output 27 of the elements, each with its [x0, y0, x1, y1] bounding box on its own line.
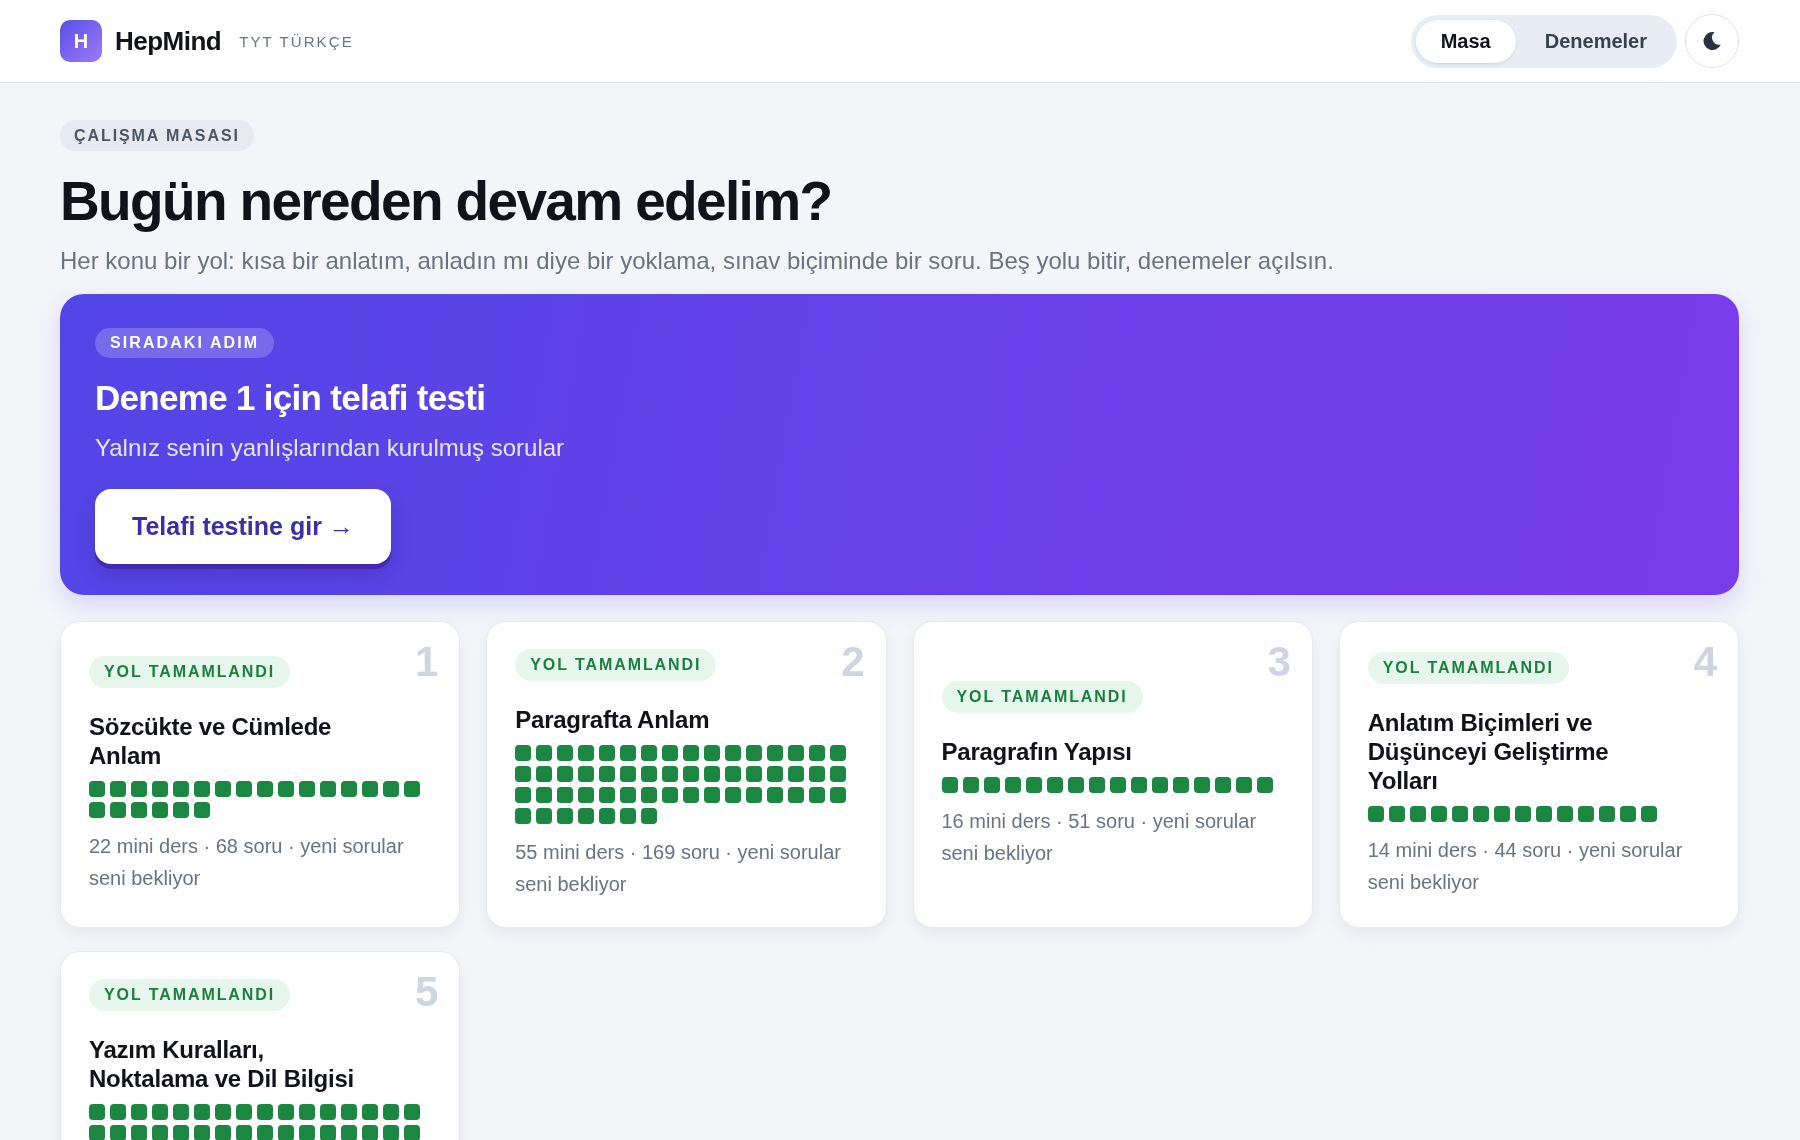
- page-description: Her konu bir yol: kısa bir anlatım, anladın mı diye bir yoklama, sınav biçiminde bir soru. Beş yolu bitir, denemeler açılsın.: [60, 246, 1335, 276]
- theme-toggle-button[interactable]: [1685, 14, 1739, 68]
- card-title: Paragrafta Anlam: [515, 705, 710, 734]
- section-label: ÇALIŞMA MASASI: [60, 120, 254, 151]
- moon-icon: [1702, 31, 1722, 51]
- status-label: YOL TAMAMLANDI: [515, 649, 717, 681]
- card-title: Paragrafın Yapısı: [941, 736, 1132, 766]
- nav-tab[interactable]: Denemeler: [1519, 19, 1672, 63]
- status-label: YOL TAMAMLANDI: [89, 979, 291, 1011]
- status-label: YOL TAMAMLANDI: [941, 680, 1143, 713]
- step-label: SIRADAKI ADIM: [95, 328, 275, 358]
- app-logo[interactable]: H: [60, 20, 102, 62]
- nav-tab[interactable]: Masa: [1415, 19, 1516, 63]
- card-title: Yazım Kuralları, Noktalama ve Dil Bilgisi: [89, 1035, 355, 1093]
- card-meta: 14 mini ders · 44 soru · yeni sorular seni bekliyor: [1367, 837, 1684, 895]
- page-heading: Bugün nereden devam edelim?: [60, 169, 833, 233]
- status-label: YOL TAMAMLANDI: [89, 655, 291, 688]
- card-meta: 22 mini ders · 68 soru · yeni sorular seni bekliyor: [89, 833, 405, 891]
- card-title: Anlatım Biçimleri ve Düşünceyi Geliştirme Yolları: [1367, 707, 1610, 795]
- card-title: Sözcükte ve Cümlede Anlam: [89, 711, 333, 770]
- course-label: TYT TÜRKÇE: [239, 32, 354, 50]
- status-label: YOL TAMAMLANDI: [1367, 651, 1569, 684]
- banner-title: Deneme 1 için telafi testi: [95, 377, 486, 418]
- brand-name: HepMind: [115, 25, 222, 57]
- banner-description: Yalnız senin yanlışlarından kurulmuş sorular: [95, 433, 565, 463]
- card-meta: 55 mini ders · 169 soru · yeni sorular seni bekliyor: [515, 840, 842, 897]
- card-meta: 16 mini ders · 51 soru · yeni sorular seni bekliyor: [941, 808, 1258, 866]
